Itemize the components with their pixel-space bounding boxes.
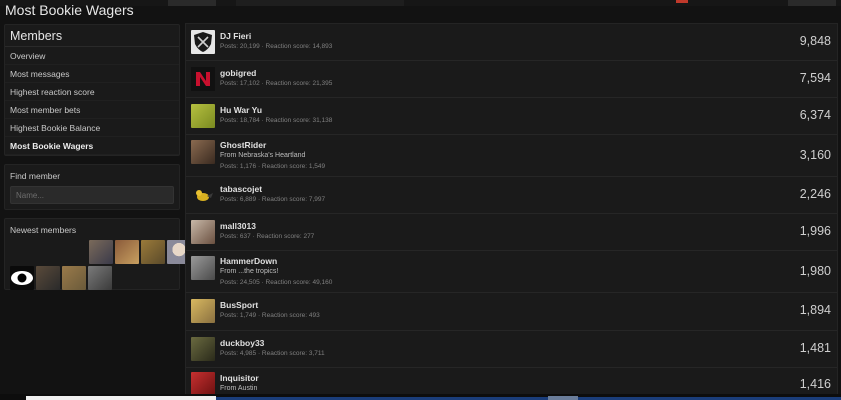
page-title: Most Bookie Wagers — [5, 2, 134, 18]
find-member-block: Find member — [4, 164, 180, 210]
member-value: 1,481 — [799, 341, 831, 355]
member-name[interactable]: GhostRider — [220, 140, 266, 150]
nav-item-most-member-bets[interactable]: Most member bets — [5, 101, 179, 119]
member-avatar[interactable] — [62, 266, 86, 290]
taskbar-segment — [548, 396, 578, 400]
nav-tab[interactable] — [168, 0, 216, 6]
nav-tab[interactable] — [236, 0, 404, 6]
member-avatar[interactable] — [191, 104, 215, 128]
nav-item-highest-bookie-balance[interactable]: Highest Bookie Balance — [5, 119, 179, 137]
member-stats: Posts: 18,784 · Reaction score: 31,138 — [220, 117, 333, 124]
member-value: 2,246 — [799, 187, 831, 201]
alert-indicator[interactable] — [676, 0, 688, 3]
members-heading: Members — [5, 25, 179, 47]
member-title: From ...the tropics! — [220, 268, 279, 275]
bottom-taskbar — [0, 394, 841, 400]
member-name[interactable]: tabascojet — [220, 184, 262, 194]
member-stats: Posts: 1,176 · Reaction score: 1,549 — [220, 163, 326, 170]
eye-logo-icon — [11, 271, 33, 285]
member-row[interactable]: BusSport Posts: 1,749 · Reaction score: … — [186, 293, 837, 331]
member-avatar[interactable] — [141, 240, 165, 264]
nav-item-highest-reaction-score[interactable]: Highest reaction score — [5, 83, 179, 101]
member-stats: Posts: 20,199 · Reaction score: 14,893 — [220, 43, 333, 50]
member-row[interactable]: HammerDown From ...the tropics! Posts: 2… — [186, 251, 837, 293]
member-avatar[interactable] — [191, 183, 215, 207]
member-value: 1,416 — [799, 377, 831, 391]
member-avatar[interactable] — [191, 337, 215, 361]
nav-item-most-bookie-wagers[interactable]: Most Bookie Wagers — [5, 137, 179, 155]
member-name[interactable]: duckboy33 — [220, 338, 264, 348]
member-avatar[interactable] — [89, 240, 113, 264]
member-name[interactable]: DJ Fieri — [220, 31, 251, 41]
member-row[interactable]: Hu War Yu Posts: 18,784 · Reaction score… — [186, 98, 837, 135]
member-value: 1,996 — [799, 224, 831, 238]
member-row[interactable]: mall3013 Posts: 637 · Reaction score: 27… — [186, 214, 837, 251]
member-stats: Posts: 6,889 · Reaction score: 7,997 — [220, 196, 326, 203]
member-name[interactable]: BusSport — [220, 300, 258, 310]
members-nav-list: Overview Most messages Highest reaction … — [5, 47, 179, 155]
member-name[interactable]: Hu War Yu — [220, 105, 262, 115]
member-value: 9,848 — [799, 34, 831, 48]
member-avatar[interactable] — [88, 266, 112, 290]
member-avatar[interactable] — [191, 67, 215, 91]
newest-members-label: Newest members — [10, 225, 77, 235]
member-name[interactable]: HammerDown — [220, 256, 277, 266]
shield-logo-icon — [194, 32, 212, 52]
member-title: From Nebraska's Heartland — [220, 152, 306, 159]
member-avatar[interactable] — [191, 372, 215, 396]
members-nav-block: Members Overview Most messages Highest r… — [4, 24, 180, 156]
member-stats: Posts: 4,985 · Reaction score: 3,711 — [220, 350, 325, 357]
find-member-input[interactable] — [10, 186, 174, 204]
member-stats: Posts: 1,749 · Reaction score: 493 — [220, 312, 320, 319]
member-value: 3,160 — [799, 148, 831, 162]
member-stats: Posts: 24,505 · Reaction score: 49,160 — [220, 279, 333, 286]
taskbar-segment — [26, 396, 216, 400]
member-list: DJ Fieri Posts: 20,199 · Reaction score:… — [185, 23, 838, 400]
member-avatar[interactable] — [36, 266, 60, 290]
member-avatar[interactable] — [191, 256, 215, 280]
member-avatar[interactable] — [10, 266, 34, 290]
member-title: From Austin — [220, 385, 258, 392]
member-avatar[interactable] — [191, 140, 215, 164]
member-stats: Posts: 17,102 · Reaction score: 21,395 — [220, 80, 333, 87]
nav-tab[interactable] — [788, 0, 836, 6]
member-value: 6,374 — [799, 108, 831, 122]
member-stats: Posts: 637 · Reaction score: 277 — [220, 233, 315, 240]
member-row[interactable]: duckboy33 Posts: 4,985 · Reaction score:… — [186, 331, 837, 368]
member-avatar[interactable] — [191, 30, 215, 54]
member-name[interactable]: Inquisitor — [220, 373, 259, 383]
member-row[interactable]: gobigred Posts: 17,102 · Reaction score:… — [186, 61, 837, 98]
member-row[interactable]: GhostRider From Nebraska's Heartland Pos… — [186, 135, 837, 177]
member-avatar[interactable] — [191, 220, 215, 244]
find-member-label: Find member — [10, 171, 61, 181]
member-avatar[interactable] — [191, 299, 215, 323]
nav-item-overview[interactable]: Overview — [5, 47, 179, 65]
nav-item-most-messages[interactable]: Most messages — [5, 65, 179, 83]
member-name[interactable]: mall3013 — [220, 221, 256, 231]
n-logo-icon — [191, 67, 215, 91]
member-row[interactable]: tabascojet Posts: 6,889 · Reaction score… — [186, 177, 837, 214]
member-name[interactable]: gobigred — [220, 68, 256, 78]
member-value: 7,594 — [799, 71, 831, 85]
newest-members-block: Newest members — [4, 218, 191, 290]
member-value: 1,894 — [799, 303, 831, 317]
member-avatar[interactable] — [115, 240, 139, 264]
member-row[interactable]: DJ Fieri Posts: 20,199 · Reaction score:… — [186, 24, 837, 61]
member-value: 1,980 — [799, 264, 831, 278]
bird-icon — [196, 190, 213, 201]
